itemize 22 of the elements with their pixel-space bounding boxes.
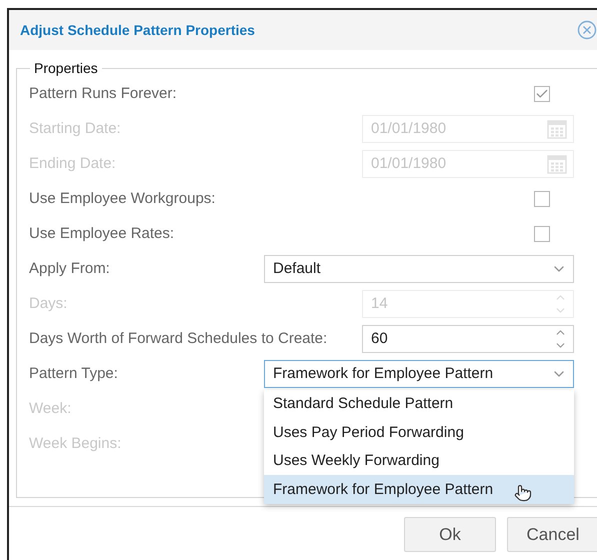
dropdown-option[interactable]: Uses Pay Period Forwarding [264,418,574,446]
group-legend: Properties [30,60,102,76]
close-icon[interactable] [577,20,597,40]
dialog-title: Adjust Schedule Pattern Properties [20,22,255,38]
field-label: Pattern Runs Forever: [29,85,177,102]
field-label: Use Employee Workgroups: [29,190,216,207]
field-label: Days Worth of Forward Schedules to Create: [29,330,328,347]
dropdown-field[interactable]: Default [264,254,574,282]
field-label: Pattern Type: [29,365,118,382]
field-label: Use Employee Rates: [29,225,174,242]
number-field[interactable]: 60 [362,324,574,352]
field-label: Apply From: [29,260,110,277]
checkbox[interactable] [534,190,550,206]
hand-cursor-icon [514,484,532,502]
dropdown-option[interactable]: Framework for Employee Pattern [264,475,574,504]
ok-button[interactable]: Ok [404,517,496,552]
checkbox[interactable] [534,226,550,242]
dropdown-option[interactable]: Uses Weekly Forwarding [264,446,574,475]
cancel-button[interactable]: Cancel [507,517,597,552]
dropdown-option[interactable]: Standard Schedule Pattern [264,390,574,418]
checkbox[interactable] [534,86,550,102]
dropdown-field[interactable]: Framework for Employee Pattern [264,360,574,388]
